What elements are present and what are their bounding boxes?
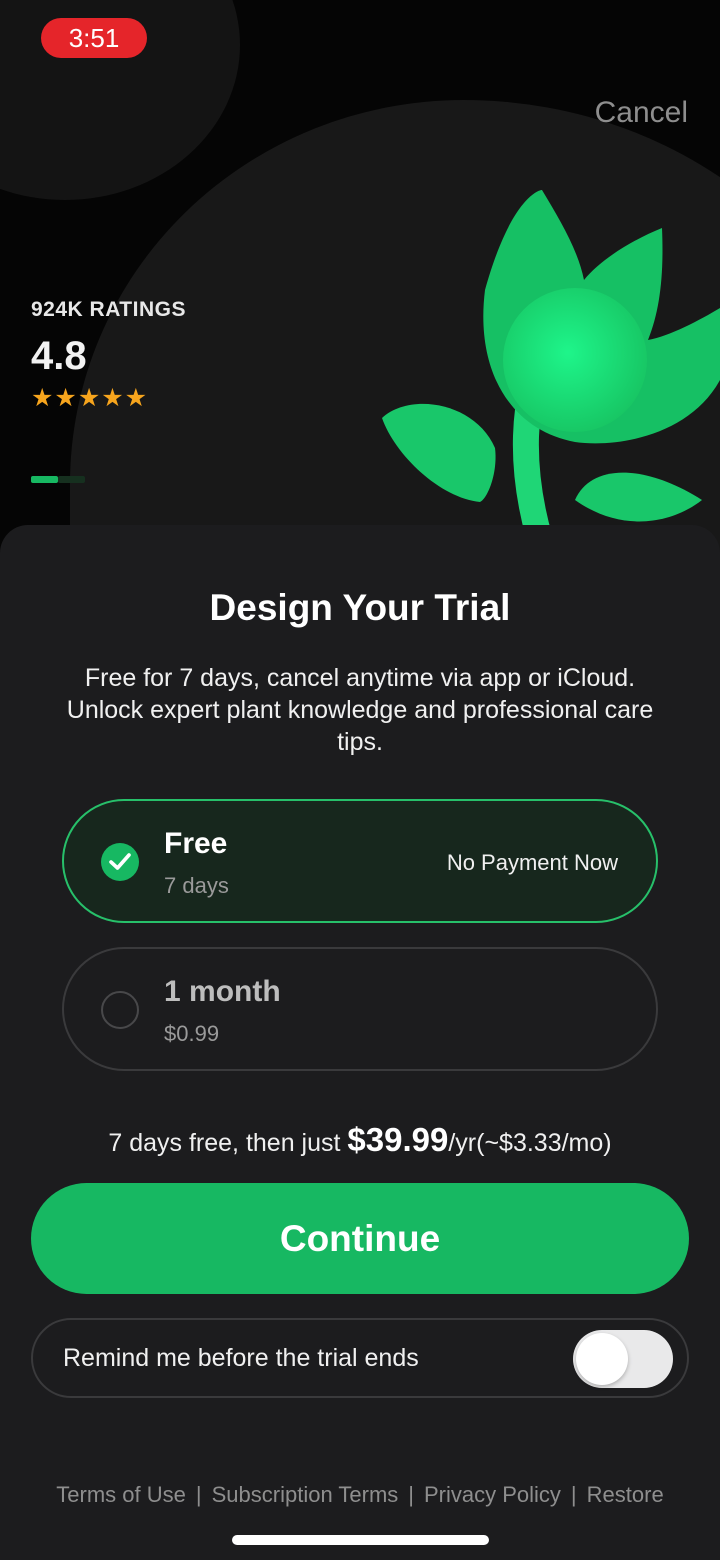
carousel-dot [58,476,85,483]
price-prefix: 7 days free, then just [108,1129,348,1157]
separator: | [408,1482,414,1507]
hero-section: 3:51 Cancel 924K RATINGS 4.8 ★★★★★ [0,0,720,560]
separator: | [570,1482,577,1507]
ratings-count: 924K RATINGS [31,298,186,321]
reminder-label: Remind me before the trial ends [63,1344,419,1372]
carousel-indicator [31,476,85,483]
check-circle-icon [101,843,139,881]
plant-illustration-icon [382,190,720,540]
continue-button[interactable]: Continue [31,1183,689,1294]
reminder-row: Remind me before the trial ends [31,1318,689,1398]
trial-sheet: Design Your Trial Free for 7 days, cance… [0,525,720,1560]
plan-option-free[interactable]: Free 7 days No Payment Now [62,799,658,923]
cancel-button[interactable]: Cancel [595,96,688,130]
plan-detail: $0.99 [164,1021,220,1046]
plan-name: Free [164,827,228,860]
ratings-score: 4.8 [31,334,87,378]
star-rating-icon: ★★★★★ [31,384,149,412]
privacy-policy-link[interactable]: Privacy Policy [424,1482,561,1507]
status-time-pill: 3:51 [41,18,147,58]
plan-detail: 7 days [164,873,229,898]
sheet-subtitle: Free for 7 days, cancel anytime via app … [66,664,654,756]
ratings-block: 924K RATINGS 4.8 ★★★★★ [31,298,186,413]
price-amount: $39.99 [347,1121,449,1158]
sheet-title: Design Your Trial [209,587,511,628]
carousel-dot-active [31,476,58,483]
footer-links: Terms of Use | Subscription Terms | Privacy … [0,1482,720,1508]
price-suffix: /yr(~$3.33/mo) [448,1129,612,1157]
terms-of-use-link[interactable]: Terms of Use [56,1482,186,1507]
plan-name: 1 month [164,975,281,1008]
toggle-knob [576,1333,628,1385]
restore-link[interactable]: Restore [587,1482,664,1507]
plan-note: No Payment Now [446,850,618,875]
plan-option-1-month[interactable]: 1 month $0.99 [62,947,658,1071]
home-indicator [232,1535,489,1545]
radio-empty-icon [101,991,139,1029]
price-summary: 7 days free, then just $39.99/yr(~$3.33/… [0,1121,720,1159]
separator: | [195,1482,202,1507]
reminder-toggle[interactable] [573,1330,673,1388]
subscription-terms-link[interactable]: Subscription Terms [212,1482,399,1507]
